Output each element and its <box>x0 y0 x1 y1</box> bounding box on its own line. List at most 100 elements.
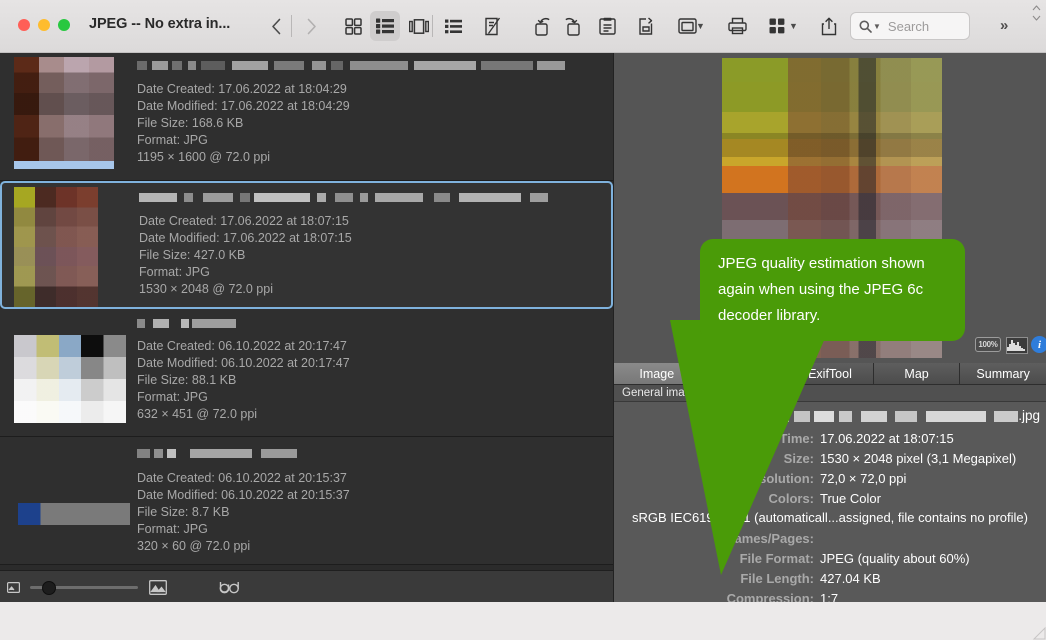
back-button[interactable] <box>263 13 289 39</box>
glasses-glyph-icon <box>219 581 239 593</box>
row-format: Format: JPG <box>137 390 208 404</box>
info-filename-extension: .jpg <box>1018 408 1040 423</box>
window-mode-icon <box>677 18 697 34</box>
table-row[interactable]: Date Created: 17.06.2022 at 18:04:29 Dat… <box>0 53 613 181</box>
view-separator <box>432 15 433 37</box>
info-label: File Length: <box>740 571 814 586</box>
minimize-window-button[interactable] <box>38 19 50 31</box>
window-mode-chevron-down-icon[interactable]: ▼ <box>696 21 705 31</box>
thumbnail-size-slider-knob[interactable] <box>42 581 56 595</box>
info-label: Colors: <box>768 491 815 506</box>
disclosure-updown-icon[interactable] <box>1029 2 1044 24</box>
maximize-window-button[interactable] <box>58 19 70 31</box>
clipboard-button[interactable] <box>592 11 622 41</box>
compare-glasses-icon[interactable] <box>218 578 244 596</box>
row-thumbnail-shade <box>14 187 98 307</box>
row-thumbnail-underline <box>14 161 114 169</box>
info-value: 427.04 KB <box>820 571 881 586</box>
export-button[interactable] <box>630 11 660 41</box>
large-thumbnail-icon[interactable] <box>148 578 168 596</box>
clipboard-icon <box>598 17 616 35</box>
row-filename-redacted <box>137 319 236 328</box>
forward-button[interactable] <box>298 13 324 39</box>
info-icon[interactable]: i <box>1031 336 1046 353</box>
toolbar-overflow-button[interactable]: » <box>1000 17 1008 34</box>
row-date-created: Date Created: 17.06.2022 at 18:04:29 <box>137 82 347 96</box>
info-value: 72,0 × 72,0 ppi <box>820 471 907 486</box>
row-file-size: File Size: 168.6 KB <box>137 116 244 130</box>
window-title: JPEG -- No extra in... <box>89 16 231 32</box>
tab-image[interactable]: Image <box>614 363 701 385</box>
row-date-modified: Date Modified: 17.06.2022 at 18:07:15 <box>139 231 352 245</box>
annotate-button[interactable] <box>478 11 508 41</box>
close-window-button[interactable] <box>18 19 30 31</box>
file-browser-pane[interactable]: Date Created: 17.06.2022 at 18:04:29 Dat… <box>0 53 613 623</box>
row-date-created: Date Created: 06.10.2022 at 20:15:37 <box>137 471 347 485</box>
row-file-size: File Size: 8.7 KB <box>137 505 230 519</box>
large-thumbnail-glyph-icon <box>149 579 167 595</box>
row-thumbnail[interactable] <box>18 503 130 525</box>
info-value: 1530 × 2048 pixel (3,1 Megapixel) <box>820 451 1017 466</box>
rotate-right-icon <box>565 17 580 36</box>
print-icon <box>727 17 747 35</box>
row-dimensions: 632 × 451 @ 72.0 ppi <box>137 407 258 421</box>
small-thumbnail-icon[interactable] <box>5 579 21 595</box>
rotate-left-icon <box>535 17 550 36</box>
row-date-created: Date Created: 17.06.2022 at 18:07:15 <box>139 214 349 228</box>
tab-summary[interactable]: Summary <box>960 363 1046 385</box>
image-data-panel: .jpg Date and Time: 17.06.2022 at 18:07:… <box>614 402 1046 606</box>
zoom-level-badge[interactable]: 100% <box>975 337 1001 352</box>
view-mode-list-button[interactable] <box>370 11 400 41</box>
view-mode-grid-button[interactable] <box>338 11 368 41</box>
rotate-right-button[interactable] <box>556 11 586 41</box>
search-scope-chevron-down-icon[interactable]: ▼ <box>873 22 881 31</box>
tab-exif[interactable]: Exif <box>700 363 788 385</box>
layout-chevron-down-icon[interactable]: ▼ <box>789 21 798 31</box>
info-color-profile: sRGB IEC61966-2.1 (automaticall...assign… <box>632 510 1028 525</box>
info-label: Size: <box>783 451 814 466</box>
row-thumbnail-shade <box>14 57 114 169</box>
row-dimensions: 1530 × 2048 @ 72.0 ppi <box>139 282 273 296</box>
detail-list-view-icon <box>444 19 462 33</box>
print-button[interactable] <box>722 11 752 41</box>
row-thumbnail-shade <box>14 335 126 423</box>
export-icon <box>638 16 652 35</box>
histogram-icon[interactable] <box>1006 337 1028 354</box>
row-filename-redacted <box>139 193 548 202</box>
resize-corner-icon[interactable] <box>1032 626 1046 640</box>
table-row[interactable]: Date Created: 06.10.2022 at 20:15:37 Dat… <box>0 437 613 565</box>
grid-view-icon <box>344 17 362 35</box>
row-dimensions: 320 × 60 @ 72.0 ppi <box>137 539 251 553</box>
info-tabs: Image Exif ExifTool Map Summary <box>614 363 1046 385</box>
browser-bottom-toolbar: Filter Show: All ratings ▲▼ » <box>0 570 613 603</box>
info-label: Frames/Pages: <box>721 531 815 546</box>
row-format: Format: JPG <box>137 133 208 147</box>
share-button[interactable] <box>814 11 844 41</box>
tab-map[interactable]: Map <box>873 363 961 385</box>
table-row[interactable]: Date Created: 17.06.2022 at 18:07:15 Dat… <box>0 181 613 309</box>
view-mode-filmstrip-button[interactable] <box>404 11 434 41</box>
info-value: True Color <box>820 491 881 506</box>
row-format: Format: JPG <box>139 265 210 279</box>
table-row[interactable]: Date Created: 06.10.2022 at 20:17:47 Dat… <box>0 309 613 437</box>
info-value: JPEG (quality about 60%) <box>820 551 970 566</box>
row-date-modified: Date Modified: 06.10.2022 at 20:15:37 <box>137 488 350 502</box>
section-title: General image data: <box>614 385 1046 402</box>
disclosure-chevrons-icon <box>1032 5 1041 21</box>
app-window: JPEG -- No extra in... ▼ ▼ ▼ Search » Da… <box>0 0 1046 640</box>
window-titlebar: JPEG -- No extra in... ▼ ▼ ▼ Search » <box>0 0 1046 53</box>
tab-exiftool[interactable]: ExifTool <box>787 363 874 385</box>
nav-separator <box>291 15 292 37</box>
info-label: Date and Time: <box>721 431 814 446</box>
share-icon <box>821 17 837 35</box>
chevron-right-icon <box>307 18 316 34</box>
row-filename-redacted <box>137 61 565 70</box>
layout-button[interactable] <box>762 11 792 41</box>
view-mode-detail-button[interactable] <box>438 11 468 41</box>
annotate-icon <box>485 17 501 35</box>
callout-bubble: JPEG quality estimation shown again when… <box>700 239 965 341</box>
search-input[interactable]: ▼ Search <box>850 12 970 40</box>
layout-grid-icon <box>769 18 785 34</box>
row-filename-redacted <box>137 449 297 458</box>
info-value: 17.06.2022 at 18:07:15 <box>820 431 954 446</box>
